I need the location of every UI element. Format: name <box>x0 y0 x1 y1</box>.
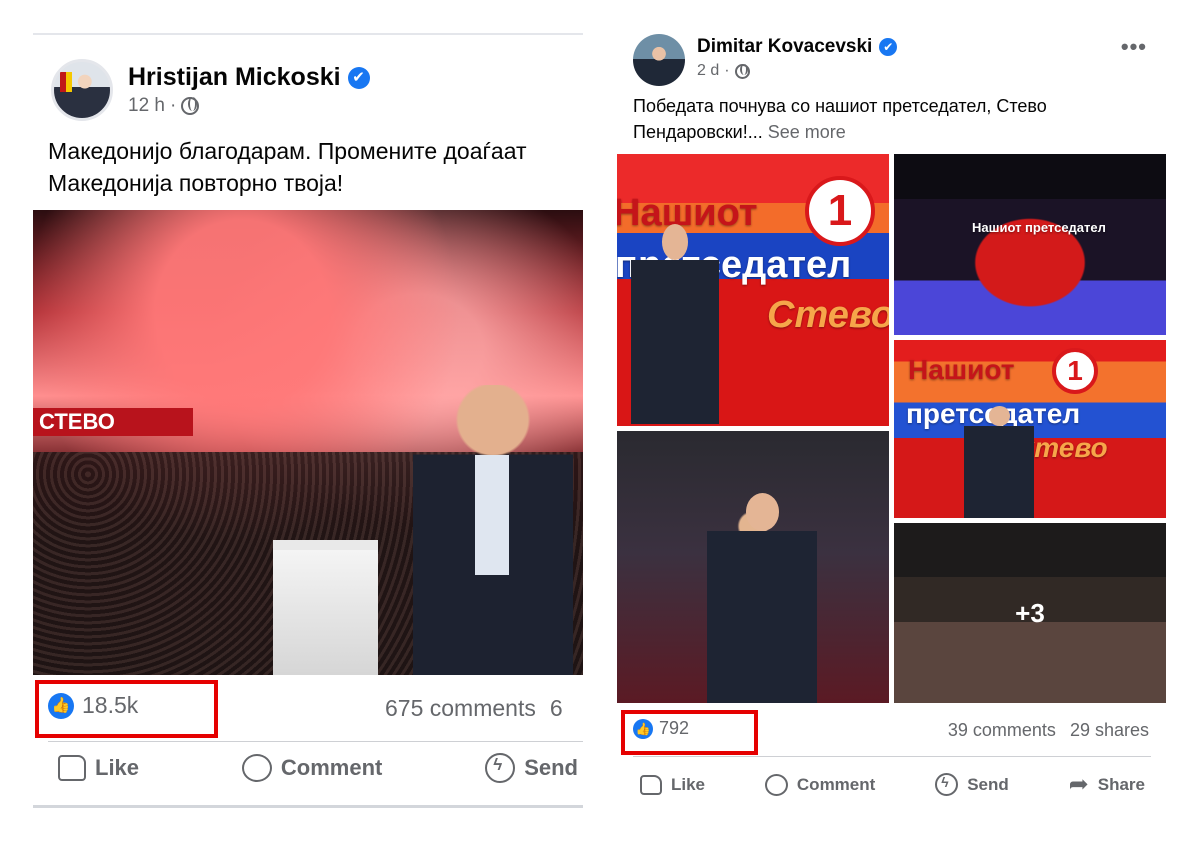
shares-count[interactable]: 29 shares <box>1070 720 1149 741</box>
divider <box>633 756 1151 757</box>
post-text-line-1: Македонијо благодарам. Промените доаѓаат <box>48 138 527 164</box>
like-label: Like <box>95 755 140 780</box>
gallery-photo-4[interactable] <box>617 431 889 703</box>
photo-banner: СТЕВО <box>33 408 193 436</box>
post-time[interactable]: 2 d <box>697 62 719 80</box>
gallery-photo-1[interactable]: Нашиот 1 претседател Стево <box>617 154 889 426</box>
comments-count[interactable]: 39 comments <box>948 720 1056 741</box>
comment-button[interactable]: Comment <box>241 754 383 782</box>
post-text-line-2: Македонија повторно твоја! <box>48 170 344 197</box>
speaker-figure <box>631 224 719 424</box>
speaker-figure <box>413 385 573 675</box>
author-name-text[interactable]: Dimitar Kovacevski <box>697 36 872 58</box>
post-photo[interactable]: СТЕВО <box>33 210 583 675</box>
verified-badge-icon: ✔ <box>879 38 898 56</box>
podium <box>273 540 378 675</box>
send-button[interactable]: Send <box>935 773 1009 796</box>
shares-count[interactable]: 6 <box>550 695 563 722</box>
comment-icon <box>241 754 272 782</box>
meta-dot: · <box>169 95 177 116</box>
author-name[interactable]: Hristijan Mickoski ✔ <box>128 63 370 92</box>
send-label: Send <box>967 774 1009 794</box>
like-label: Like <box>671 774 706 794</box>
speaker-figure <box>964 406 1034 518</box>
tile-text: Стево <box>767 294 889 336</box>
post-text: Победата почнува со нашиот претседател, … <box>633 94 1153 145</box>
post-text: Македонијо благодарам. Промените доаѓаат… <box>48 135 583 199</box>
engagement-counts: 39 comments 29 shares <box>948 720 1149 741</box>
meta-dot: · <box>724 62 730 79</box>
like-button[interactable]: Like <box>640 774 706 795</box>
send-label: Send <box>524 755 578 780</box>
comment-icon <box>764 773 788 796</box>
highlight-box <box>621 710 758 755</box>
post-card-kovacevski: Dimitar Kovacevski ✔ 2 d · ••• Победата … <box>615 30 1167 810</box>
tile-text: Нашиот <box>908 354 1015 385</box>
see-more-link[interactable]: See more <box>768 122 846 142</box>
share-label: Share <box>1097 774 1145 794</box>
action-bar: Like Comment Send <box>58 753 578 783</box>
highlight-box <box>35 680 218 738</box>
post-card-mickoski: Hristijan Mickoski ✔ 12 h · Македонијо б… <box>33 33 583 808</box>
engagement-counts: 675 comments 6 <box>385 695 563 722</box>
post-meta: 12 h · <box>128 95 200 117</box>
action-bar: Like Comment Send ➦ Share <box>640 770 1145 799</box>
flag-icon <box>60 72 72 92</box>
comment-label: Comment <box>280 755 383 780</box>
share-button[interactable]: ➦ Share <box>1069 770 1145 799</box>
verified-badge-icon: ✔ <box>347 66 370 89</box>
author-avatar[interactable] <box>633 34 685 86</box>
tile-text: Нашиот претседател <box>972 220 1106 235</box>
more-photos-count[interactable]: +3 <box>894 523 1166 703</box>
messenger-send-icon <box>485 753 516 783</box>
number-badge: 1 <box>1052 348 1098 394</box>
walking-figure <box>707 493 817 703</box>
post-meta: 2 d · <box>697 62 750 80</box>
post-time[interactable]: 12 h <box>128 95 165 117</box>
gallery-photo-3[interactable]: Нашиот 1 претседател Стево <box>894 340 1166 518</box>
divider <box>48 741 583 742</box>
author-name[interactable]: Dimitar Kovacevski ✔ <box>697 36 898 58</box>
like-icon <box>58 755 86 781</box>
globe-icon <box>734 63 750 79</box>
author-avatar[interactable] <box>51 59 113 121</box>
messenger-send-icon <box>935 773 959 796</box>
number-badge: 1 <box>805 176 875 246</box>
comment-label: Comment <box>796 774 876 794</box>
gallery-photo-2[interactable]: Нашиот претседател <box>894 154 1166 335</box>
share-icon: ➦ <box>1068 771 1089 798</box>
like-button[interactable]: Like <box>58 755 139 781</box>
like-icon <box>640 774 662 795</box>
author-name-text[interactable]: Hristijan Mickoski <box>128 63 341 92</box>
gallery-photo-more[interactable]: +3 <box>894 523 1166 703</box>
comment-button[interactable]: Comment <box>764 773 876 796</box>
more-options-icon[interactable]: ••• <box>1121 34 1147 60</box>
send-button[interactable]: Send <box>485 753 578 783</box>
comments-count[interactable]: 675 comments <box>385 695 536 722</box>
globe-icon <box>181 97 200 115</box>
